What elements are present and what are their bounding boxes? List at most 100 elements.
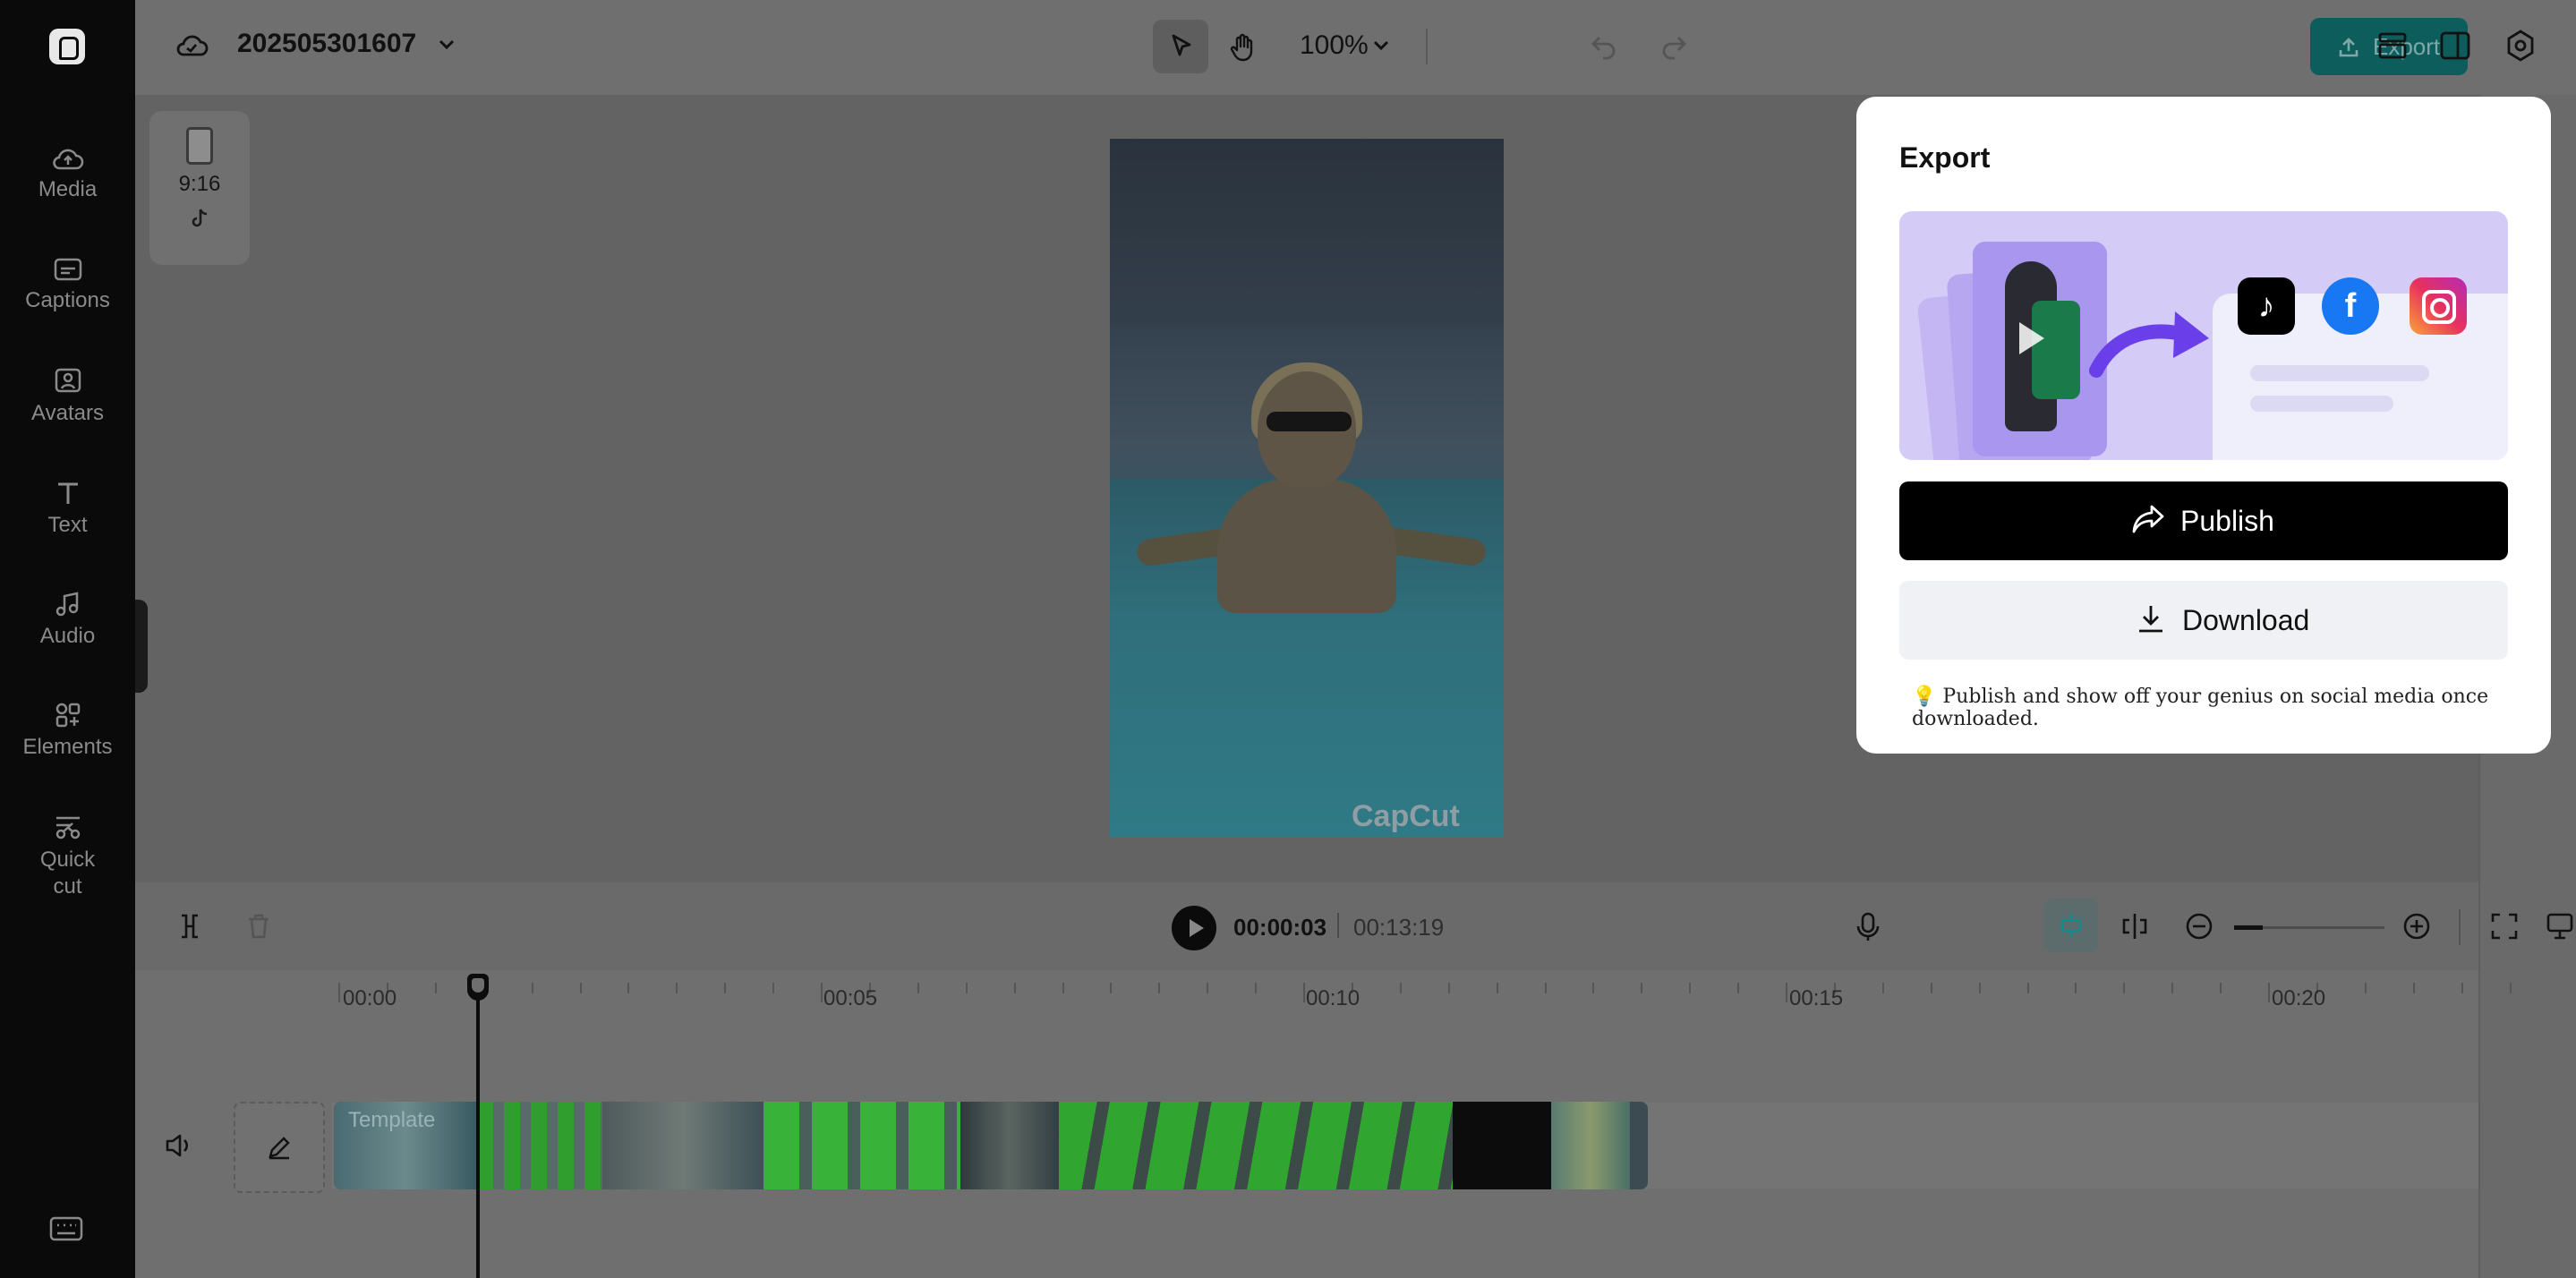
chevron-down-icon[interactable] [436, 34, 457, 55]
text-icon [57, 482, 78, 504]
trash-icon[interactable] [244, 911, 273, 941]
ruler-label: 00:20 [2272, 986, 2326, 1010]
sidebar-collapse-handle[interactable] [135, 600, 148, 693]
share-arrow-icon [2132, 505, 2164, 533]
sidebar-item-avatars[interactable]: Avatars [0, 367, 135, 426]
total-time: 00:13:19 [1353, 914, 1445, 941]
tiktok-icon [192, 209, 208, 227]
playback-bar: 00:00:03 00:13:19 [135, 882, 2573, 970]
snap-icon [2060, 914, 2082, 937]
aspect-ratio-selector[interactable]: 9:16 [149, 111, 250, 265]
ruler-tick [2026, 983, 2029, 993]
download-button[interactable]: Download [1899, 581, 2508, 660]
microphone-icon[interactable] [1855, 911, 1881, 943]
video-preview[interactable]: CapCut [1110, 139, 1504, 837]
ruler-tick [1786, 983, 1787, 1002]
ruler-tick [579, 983, 582, 993]
ruler-tick [1496, 983, 1498, 993]
undo-icon[interactable] [1589, 30, 1619, 61]
divider [2459, 909, 2461, 945]
zoom-level[interactable]: 100% [1300, 30, 1369, 61]
ruler-tick [1255, 983, 1258, 993]
ruler-label: 00:10 [1306, 986, 1361, 1010]
publish-button[interactable]: Publish [1899, 481, 2508, 560]
clip-thumbnail [477, 1102, 602, 1189]
sidebar-item-label: Media [38, 177, 98, 201]
pencil-icon [269, 1137, 290, 1160]
hand-icon [1230, 33, 1253, 62]
video-clip[interactable] [334, 1102, 1648, 1189]
track-edit-button[interactable] [234, 1102, 325, 1193]
project-name[interactable]: 202505301607 [237, 29, 416, 59]
tiktok-icon: ♪ [2238, 277, 2295, 335]
fullscreen-icon[interactable] [2489, 911, 2520, 941]
top-bar: 202505301607 100% Export [135, 0, 2576, 95]
ruler-tick [1110, 983, 1113, 993]
split-icon[interactable] [175, 911, 205, 941]
captions-icon [54, 258, 81, 281]
zoom-in-icon[interactable] [2401, 911, 2432, 941]
export-tip: 💡 Publish and show off your genius on so… [1912, 686, 2489, 730]
sidebar-item-audio[interactable]: Audio [0, 590, 135, 649]
sidebar-item-label: Text [47, 513, 88, 537]
ruler-tick [724, 983, 727, 993]
hand-tool-button[interactable] [1215, 20, 1270, 73]
ruler-tick [627, 983, 630, 993]
capcut-logo[interactable] [49, 29, 85, 64]
ruler-tick [2412, 983, 2415, 993]
clip-label: Template [348, 1108, 436, 1132]
panel-layout-icon[interactable] [2438, 29, 2472, 63]
sidebar-item-captions[interactable]: Captions [0, 256, 135, 313]
ruler-label: 00:05 [823, 986, 878, 1010]
chevron-down-icon[interactable] [1371, 36, 1391, 55]
clip-thumbnail [602, 1102, 763, 1189]
ruler-tick [2461, 983, 2463, 993]
ruler-tick [1447, 983, 1450, 993]
cloud-sync-icon[interactable] [175, 30, 209, 59]
timeline: 00:00 00:05 00:10 00:15 00:20 Template [135, 970, 2512, 1278]
ruler-tick [676, 983, 678, 993]
clip-thumbnail [1059, 1102, 1453, 1189]
elements-icon [55, 703, 80, 728]
ruler-tick [338, 983, 340, 1002]
ruler-tick [1062, 983, 1064, 993]
ruler-tick [965, 983, 968, 993]
illustration-line [2250, 365, 2429, 381]
magnet-snap-button[interactable] [2044, 899, 2098, 952]
ruler-tick [1881, 983, 1884, 993]
video-background [1110, 139, 1504, 327]
split-clip-icon[interactable] [2120, 911, 2150, 941]
layers-icon[interactable] [2376, 29, 2410, 63]
sidebar-item-quick-cut[interactable]: Quick cut [0, 813, 135, 900]
facebook-icon: f [2322, 277, 2379, 335]
sidebar-item-text[interactable]: Text [0, 479, 135, 538]
redo-icon[interactable] [1659, 30, 1689, 61]
ruler-label: 00:00 [343, 986, 397, 1010]
export-popup: Export ♪ f Publish Download 💡 Publish an… [1856, 97, 2551, 754]
volume-icon[interactable] [164, 1131, 196, 1160]
keyboard-icon[interactable] [48, 1215, 84, 1242]
illustration-line [2250, 396, 2393, 412]
zoom-out-icon[interactable] [2184, 911, 2214, 941]
video-subject-body [1217, 479, 1396, 613]
play-button[interactable] [1172, 906, 1216, 950]
clip-thumbnail [960, 1102, 1059, 1189]
ruler-tick [1207, 983, 1209, 993]
ruler-tick [1737, 983, 1740, 993]
sidebar-item-media[interactable]: Media [0, 145, 135, 202]
avatar-icon [55, 368, 81, 393]
settings-icon[interactable] [2503, 29, 2538, 63]
preview-monitor-icon[interactable] [2545, 911, 2575, 941]
ruler-tick [2509, 983, 2512, 993]
left-sidebar: Media Captions Avatars Text Audio Elemen… [0, 0, 135, 1278]
divider [1426, 29, 1428, 64]
playhead-handle[interactable] [467, 974, 489, 1001]
sidebar-item-elements[interactable]: Elements [0, 701, 135, 760]
cloud-upload-icon [52, 149, 83, 170]
timeline-zoom-slider[interactable] [2234, 925, 2384, 930]
ruler-tick [2123, 983, 2126, 993]
curved-arrow-icon [2089, 311, 2209, 378]
playhead[interactable] [476, 981, 480, 1278]
instagram-icon [2410, 277, 2467, 335]
select-tool-button[interactable] [1153, 20, 1208, 73]
